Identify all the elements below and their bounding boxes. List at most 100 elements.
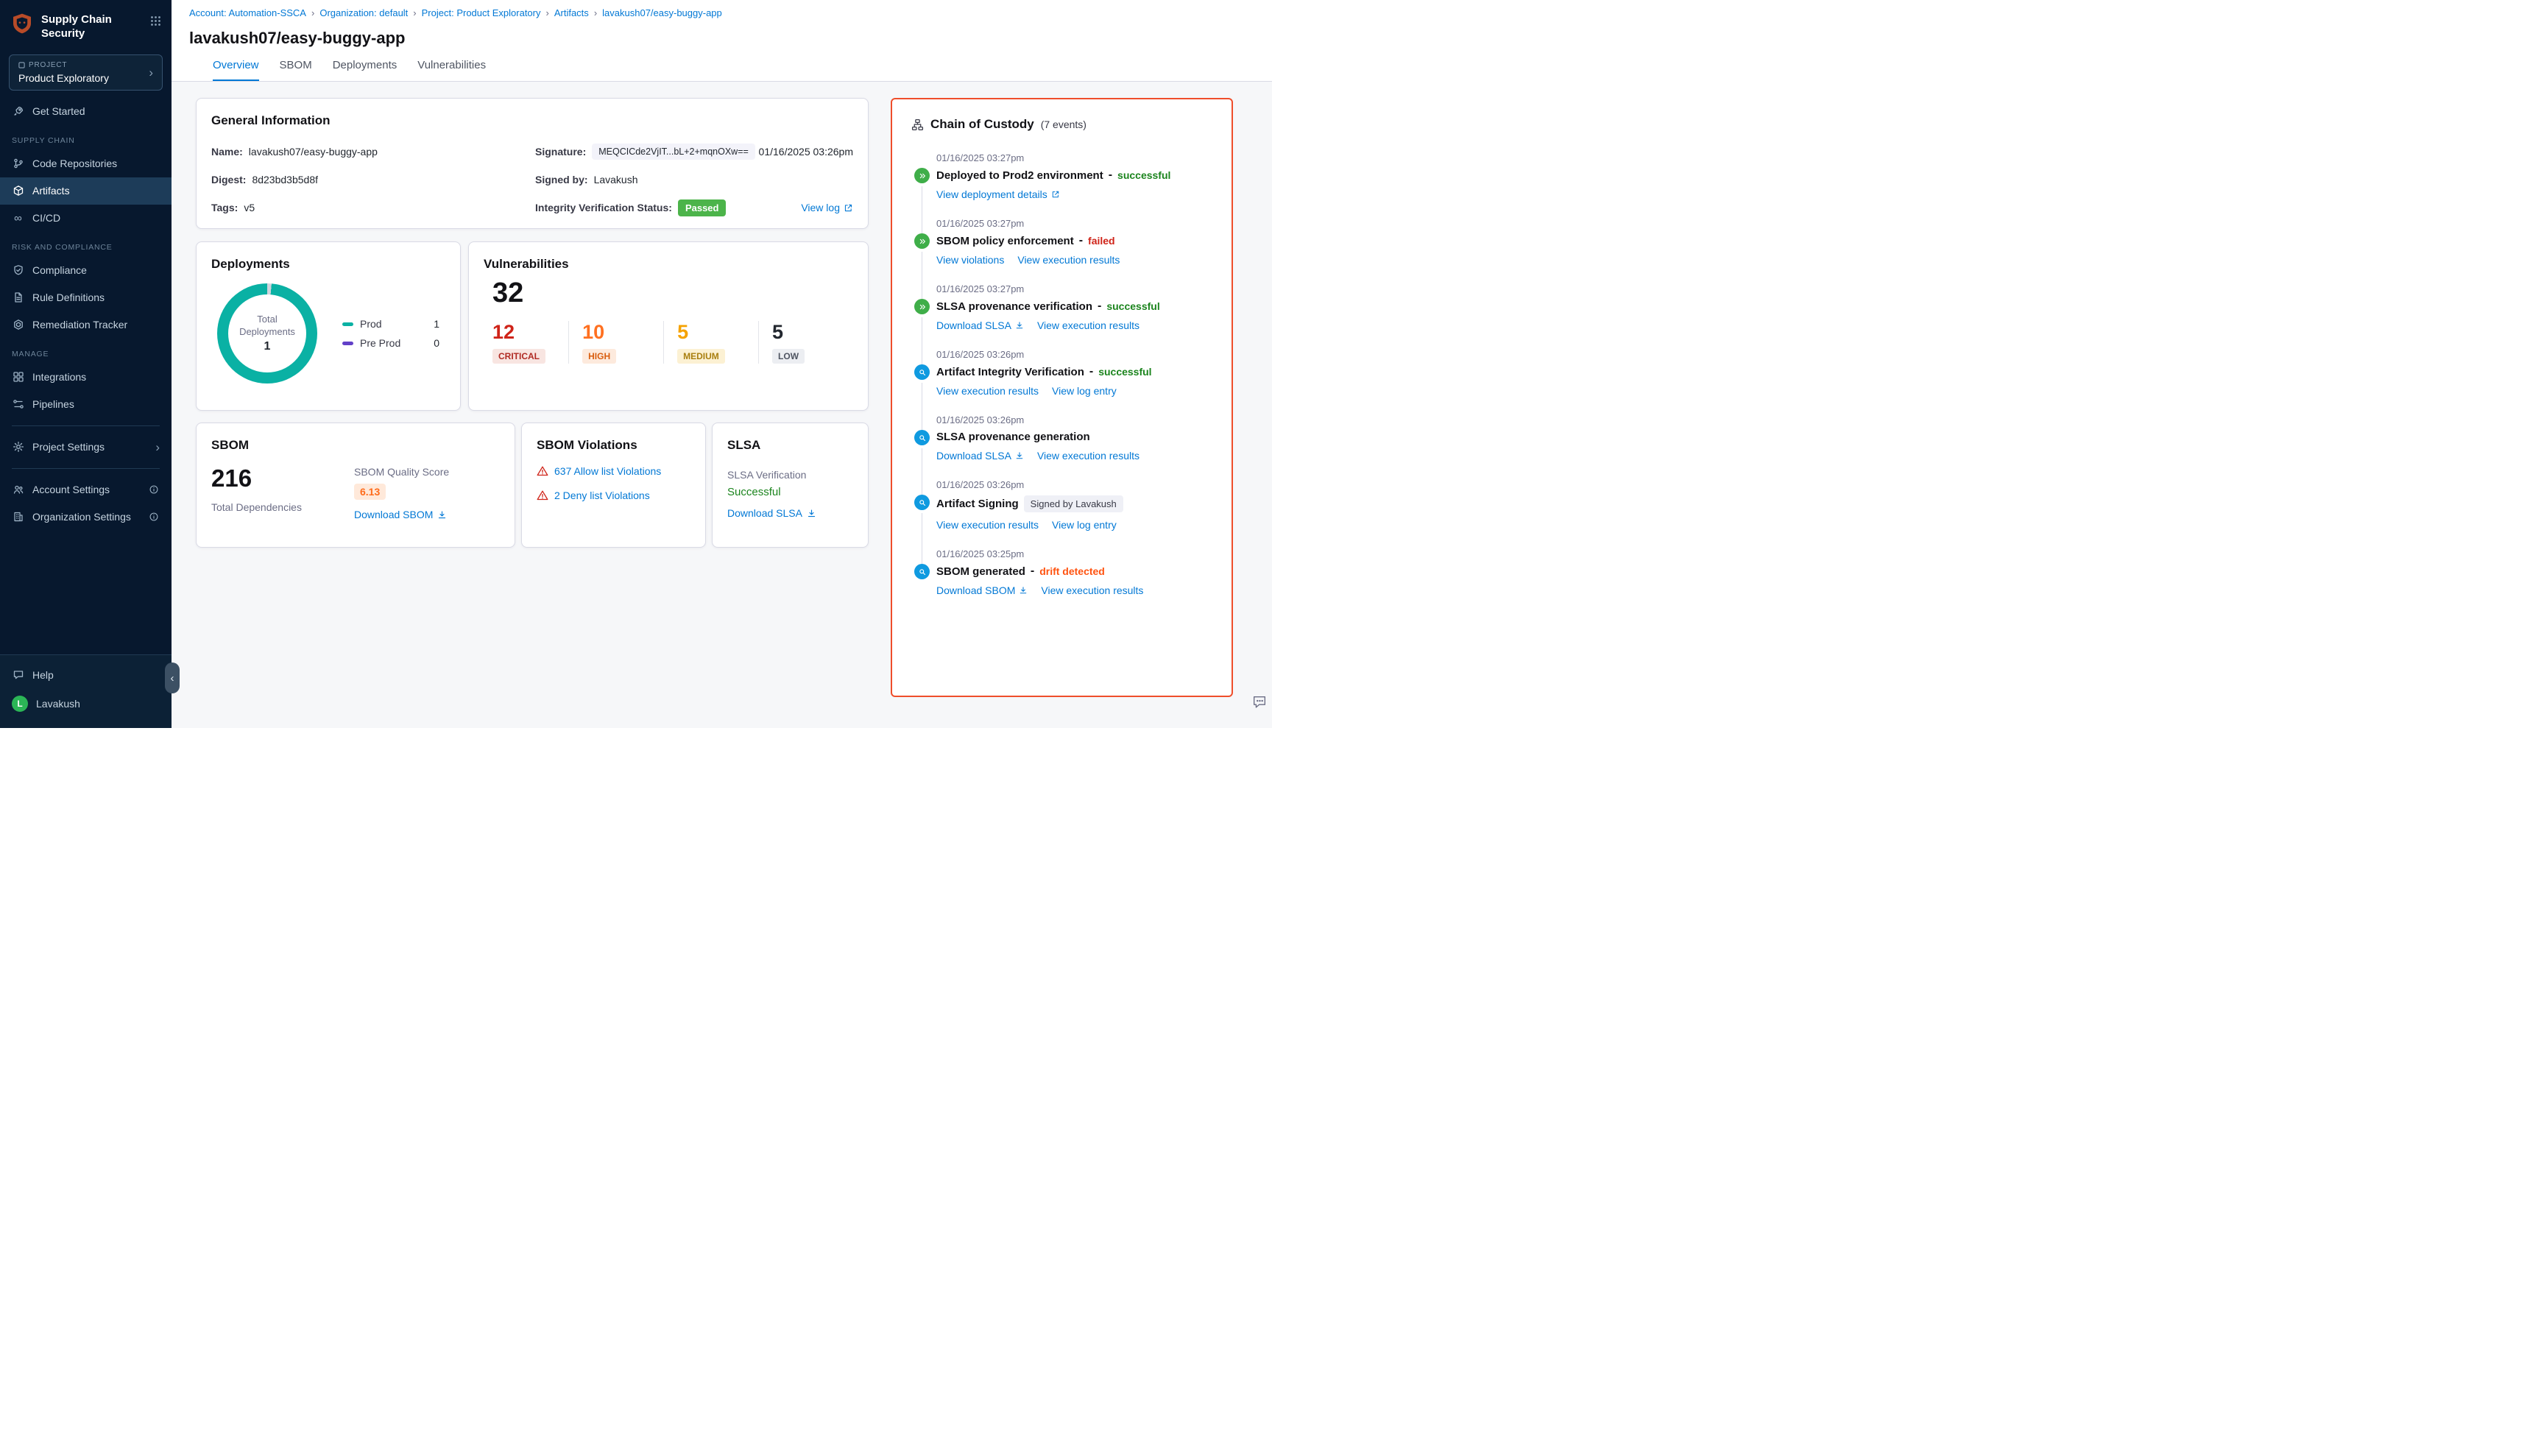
- info-icon: [147, 511, 160, 523]
- event-title: SBOM policy enforcement: [936, 235, 1074, 247]
- view-execution-results-link[interactable]: View execution results: [936, 519, 1039, 531]
- sidebar-item-label: Help: [32, 669, 54, 681]
- sidebar-item-remediation-tracker[interactable]: Remediation Tracker: [0, 311, 172, 339]
- sidebar-item-help[interactable]: Help: [0, 661, 172, 688]
- sidebar-item-compliance[interactable]: Compliance: [0, 257, 172, 284]
- status-separator: -: [1031, 565, 1034, 578]
- card-title: Vulnerabilities: [484, 257, 853, 272]
- help-chat-icon: [12, 668, 24, 681]
- view-execution-results-link[interactable]: View execution results: [1041, 584, 1143, 596]
- sidebar-section-risk-compliance: RISK AND COMPLIANCE: [0, 232, 172, 257]
- breadcrumb-separator: ›: [546, 7, 549, 18]
- view-execution-results-link[interactable]: View execution results: [1017, 254, 1120, 266]
- sidebar-item-label: Rule Definitions: [32, 291, 105, 303]
- custody-event-slsa-verification: 01/16/2025 03:27pm SLSA provenance verif…: [892, 283, 1218, 331]
- pipeline-event-icon: [914, 168, 930, 183]
- legend-value: 0: [434, 337, 439, 349]
- chain-of-custody-title: Chain of Custody: [930, 117, 1034, 132]
- sidebar-divider: [12, 425, 160, 426]
- view-log-entry-link[interactable]: View log entry: [1052, 385, 1117, 397]
- sidebar-item-rule-definitions[interactable]: Rule Definitions: [0, 284, 172, 311]
- breadcrumb-current[interactable]: lavakush07/easy-buggy-app: [602, 7, 722, 18]
- medium-count: 5: [677, 321, 758, 344]
- user-menu[interactable]: L Lavakush: [0, 688, 172, 719]
- card-title: SLSA: [727, 438, 853, 453]
- severity-breakdown: 12 CRITICAL 10 HIGH 5 MEDIUM 5: [484, 321, 853, 364]
- preprod-swatch: [342, 342, 353, 345]
- sidebar-item-label: Code Repositories: [32, 158, 117, 169]
- event-title: Deployed to Prod2 environment: [936, 169, 1103, 182]
- view-deployment-details-link[interactable]: View deployment details: [936, 188, 1060, 200]
- sidebar-section-manage: MANAGE: [0, 339, 172, 364]
- view-log-link[interactable]: View log: [801, 202, 853, 213]
- legend-item-preprod: Pre Prod 0: [342, 337, 439, 349]
- repository-icon: [12, 158, 24, 170]
- warning-icon: [537, 465, 548, 477]
- users-icon: [12, 484, 24, 496]
- custody-event-slsa-generation: 01/16/2025 03:26pm SLSA provenance gener…: [892, 414, 1218, 462]
- view-execution-results-link[interactable]: View execution results: [1037, 319, 1140, 331]
- download-icon: [437, 510, 447, 520]
- breadcrumb-account[interactable]: Account: Automation-SSCA: [189, 7, 306, 18]
- download-icon: [1015, 451, 1024, 460]
- sidebar-section-supply-chain: SUPPLY CHAIN: [0, 125, 172, 150]
- view-log-entry-link[interactable]: View log entry: [1052, 519, 1117, 531]
- allow-list-violations-link[interactable]: 637 Allow list Violations: [554, 465, 661, 477]
- tab-deployments[interactable]: Deployments: [333, 59, 398, 81]
- view-execution-results-link[interactable]: View execution results: [936, 385, 1039, 397]
- breadcrumb-organization[interactable]: Organization: default: [319, 7, 408, 18]
- event-timestamp: 01/16/2025 03:27pm: [936, 218, 1218, 229]
- view-execution-results-link[interactable]: View execution results: [1037, 450, 1140, 462]
- sidebar-item-project-settings[interactable]: Project Settings ›: [0, 434, 172, 461]
- download-sbom-link[interactable]: Download SBOM: [354, 509, 447, 520]
- sidebar-item-label: Compliance: [32, 264, 87, 276]
- hierarchy-icon: [911, 119, 924, 131]
- external-link-icon: [844, 203, 853, 213]
- app-title: Supply Chain Security: [41, 12, 143, 41]
- integrations-icon: [12, 371, 24, 384]
- sidebar-collapse-handle[interactable]: ‹: [165, 662, 180, 693]
- sidebar-item-organization-settings[interactable]: Organization Settings: [0, 503, 172, 531]
- download-icon: [1015, 321, 1024, 330]
- breadcrumb-artifacts[interactable]: Artifacts: [554, 7, 589, 18]
- sidebar-item-integrations[interactable]: Integrations: [0, 364, 172, 391]
- integrity-status-label: Integrity Verification Status:: [535, 202, 672, 213]
- severity-high: 10 HIGH: [568, 321, 663, 364]
- event-status: drift detected: [1039, 565, 1105, 577]
- sidebar-item-account-settings[interactable]: Account Settings: [0, 476, 172, 503]
- download-slsa-link[interactable]: Download SLSA: [936, 450, 1024, 462]
- download-sbom-link[interactable]: Download SBOM: [936, 584, 1028, 596]
- app-grid-icon[interactable]: [150, 12, 161, 26]
- cicd-infinity-icon: ∞: [12, 212, 24, 225]
- status-separator: -: [1109, 169, 1112, 182]
- sidebar-item-cicd[interactable]: ∞ CI/CD: [0, 205, 172, 232]
- event-title: Artifact Integrity Verification: [936, 366, 1084, 378]
- severity-low: 5 LOW: [758, 321, 853, 364]
- tab-overview[interactable]: Overview: [213, 59, 259, 81]
- sidebar-item-label: Artifacts: [32, 185, 70, 197]
- signature-timestamp: 01/16/2025 03:26pm: [759, 146, 853, 158]
- event-timestamp: 01/16/2025 03:27pm: [936, 283, 1218, 294]
- artifact-name: lavakush07/easy-buggy-app: [249, 146, 378, 158]
- signature-value: MEQCICde2VjIT...bL+2+mqnOXw==: [592, 144, 755, 160]
- tab-vulnerabilities[interactable]: Vulnerabilities: [417, 59, 486, 81]
- legend-value: 1: [434, 318, 439, 330]
- help-chat-fab-icon[interactable]: [1251, 694, 1268, 710]
- main-area: Account: Automation-SSCA › Organization:…: [172, 0, 1272, 728]
- tab-sbom[interactable]: SBOM: [280, 59, 312, 81]
- deny-list-violations-link[interactable]: 2 Deny list Violations: [554, 490, 650, 501]
- sidebar-item-code-repositories[interactable]: Code Repositories: [0, 150, 172, 177]
- gear-icon: [12, 441, 24, 453]
- critical-label: CRITICAL: [492, 349, 545, 364]
- sidebar-item-get-started[interactable]: Get Started: [0, 98, 172, 125]
- event-status: failed: [1088, 235, 1115, 247]
- download-slsa-link[interactable]: Download SLSA: [727, 507, 816, 519]
- download-slsa-link[interactable]: Download SLSA: [936, 319, 1024, 331]
- rocket-icon: [12, 105, 24, 118]
- sidebar-item-pipelines[interactable]: Pipelines: [0, 391, 172, 418]
- view-violations-link[interactable]: View violations: [936, 254, 1004, 266]
- breadcrumb-project[interactable]: Project: Product Exploratory: [422, 7, 541, 18]
- sidebar-item-artifacts[interactable]: Artifacts: [0, 177, 172, 205]
- custody-event-deployed: 01/16/2025 03:27pm Deployed to Prod2 env…: [892, 152, 1218, 200]
- project-selector[interactable]: PROJECT Product Exploratory ›: [9, 54, 163, 91]
